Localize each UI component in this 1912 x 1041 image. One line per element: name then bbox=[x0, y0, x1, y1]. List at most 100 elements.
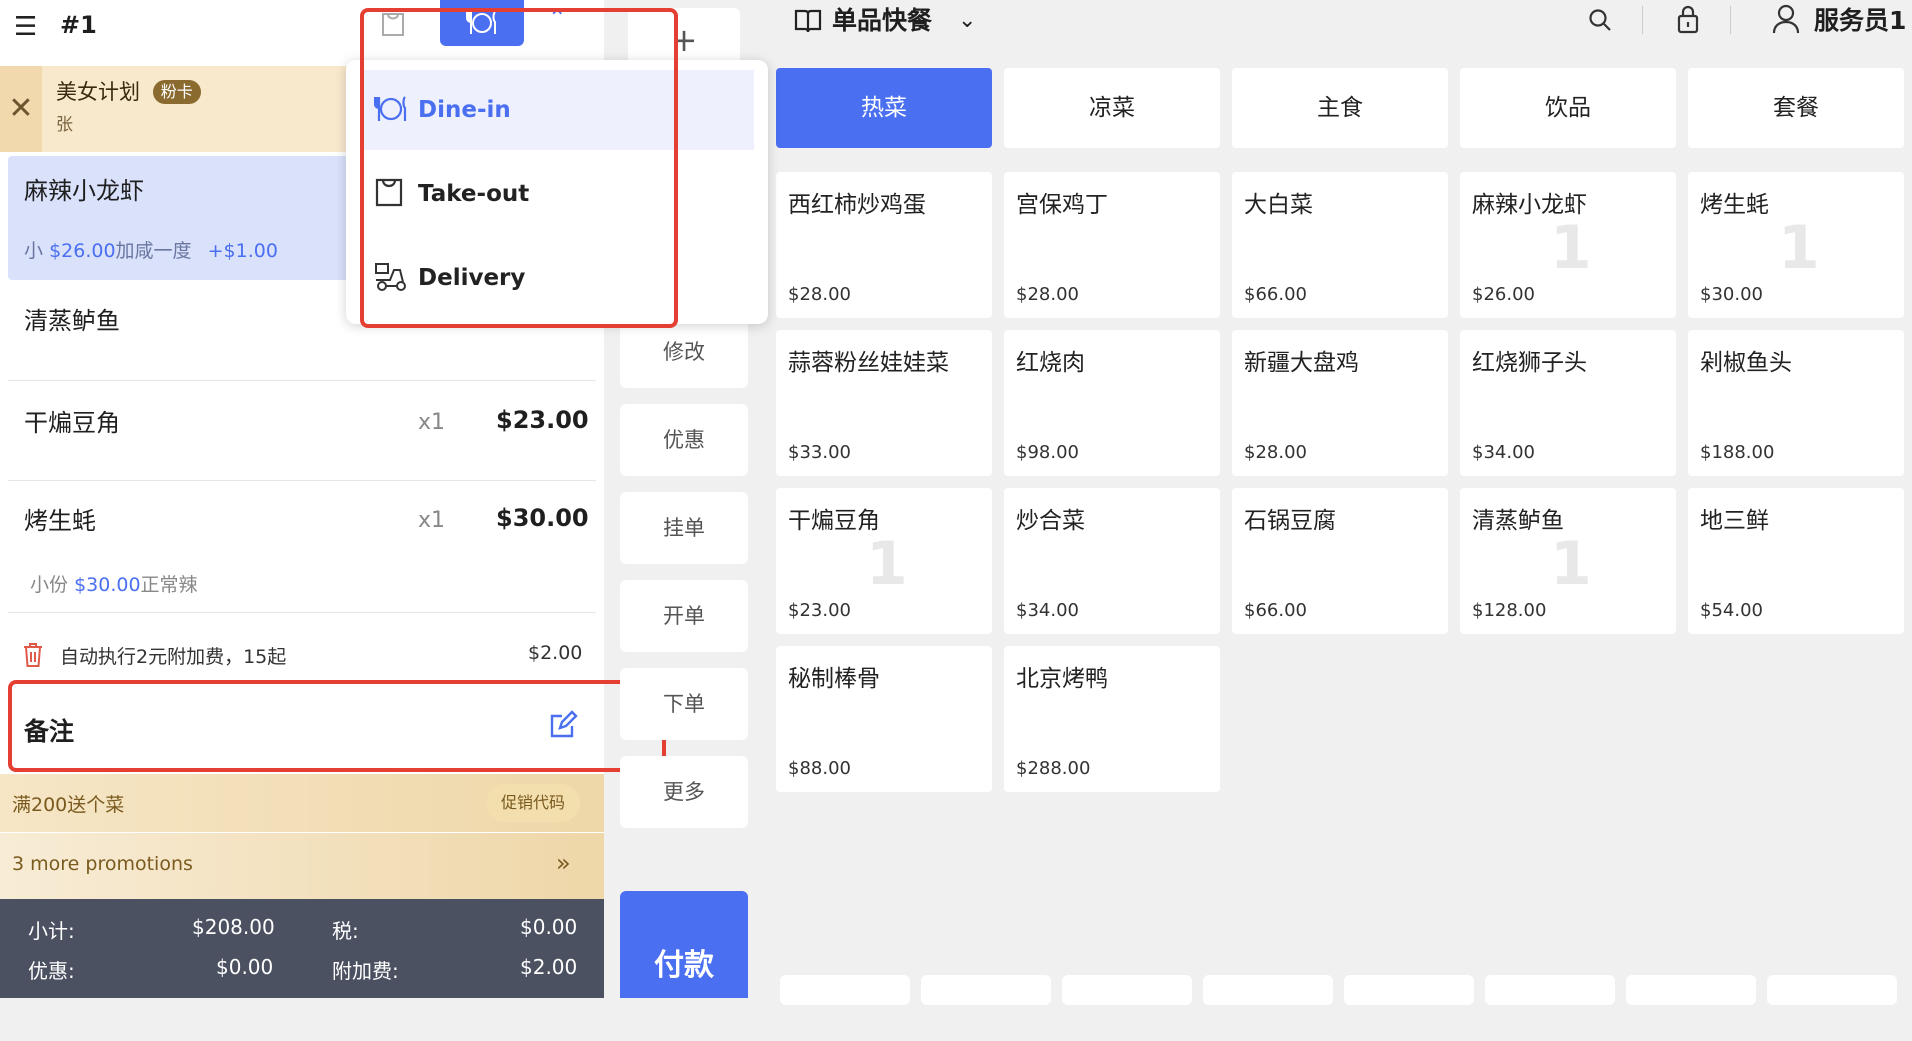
trash-icon[interactable] bbox=[22, 642, 44, 668]
menu-item-name: 西红柿炒鸡蛋 bbox=[788, 192, 926, 218]
menu-item-count: 1 bbox=[1778, 213, 1820, 283]
fee-value: $2.00 bbox=[520, 955, 578, 979]
note-highlight-box bbox=[8, 680, 666, 772]
divider bbox=[1642, 6, 1643, 34]
category-tab[interactable]: 热菜 bbox=[776, 68, 992, 148]
menu-item-tile[interactable]: 炒合菜 $34.00 bbox=[1004, 488, 1220, 634]
menu-item-tile[interactable]: 石锅豆腐 $66.00 bbox=[1232, 488, 1448, 634]
item-price: $30.00 bbox=[496, 504, 589, 532]
menu-item-tile[interactable]: 新疆大盘鸡 $28.00 bbox=[1232, 330, 1448, 476]
menu-item-name: 红烧肉 bbox=[1016, 350, 1085, 376]
menu-item-tile[interactable]: 红烧肉 $98.00 bbox=[1004, 330, 1220, 476]
more-button[interactable]: 更多 bbox=[620, 756, 748, 828]
menu-item-name: 秘制棒骨 bbox=[788, 666, 880, 692]
hold-order-button[interactable]: 挂单 bbox=[620, 492, 748, 564]
place-order-button[interactable]: 下单 bbox=[620, 668, 748, 740]
pay-button[interactable]: 付款 bbox=[620, 891, 748, 998]
bottom-tab[interactable] bbox=[1767, 975, 1897, 1005]
menu-item-price: $34.00 bbox=[1016, 600, 1079, 621]
discount-label: 优惠: bbox=[28, 959, 75, 983]
menu-item-tile[interactable]: 烤生蚝 1 $30.00 bbox=[1688, 172, 1904, 318]
member-name: 美女计划 bbox=[56, 80, 140, 104]
dropdown-highlight-box bbox=[360, 8, 678, 328]
menu-item-price: $23.00 bbox=[788, 600, 851, 621]
divider bbox=[1730, 6, 1731, 34]
promotion-row[interactable]: 满200送个菜 促销代码 bbox=[0, 774, 604, 832]
menu-item-name: 石锅豆腐 bbox=[1244, 508, 1336, 534]
menu-item-name: 红烧狮子头 bbox=[1472, 350, 1587, 376]
menu-item-price: $28.00 bbox=[788, 284, 851, 305]
order-summary: 小计: $208.00 税: $0.00 优惠: $0.00 附加费: $2.0… bbox=[0, 899, 604, 998]
menu-item-price: $88.00 bbox=[788, 758, 851, 779]
category-tab[interactable]: 凉菜 bbox=[1004, 68, 1220, 148]
menu-item-price: $98.00 bbox=[1016, 442, 1079, 463]
bottom-tab[interactable] bbox=[1344, 975, 1474, 1005]
item-name: 干煸豆角 bbox=[24, 409, 120, 437]
staff-name[interactable]: 服务员1 bbox=[1814, 4, 1906, 38]
menu-item-count: 1 bbox=[1550, 529, 1592, 599]
menu-item-price: $30.00 bbox=[1700, 284, 1763, 305]
menu-item-count: 1 bbox=[1550, 213, 1592, 283]
surcharge-text: 自动执行2元附加费，15起 bbox=[60, 646, 287, 668]
bottom-tab[interactable] bbox=[921, 975, 1051, 1005]
item-name: 清蒸鲈鱼 bbox=[24, 307, 120, 335]
menu-item-tile[interactable]: 蒜蓉粉丝娃娃菜 $33.00 bbox=[776, 330, 992, 476]
open-order-button[interactable]: 开单 bbox=[620, 580, 748, 652]
surcharge-amount: $2.00 bbox=[528, 642, 583, 664]
menu-item-name: 北京烤鸭 bbox=[1016, 666, 1108, 692]
item-name: 麻辣小龙虾 bbox=[24, 177, 144, 205]
menu-item-price: $288.00 bbox=[1016, 758, 1091, 779]
tax-value: $0.00 bbox=[520, 915, 578, 939]
double-chevron-right-icon[interactable]: » bbox=[556, 849, 571, 877]
order-item[interactable]: 干煸豆角 x1 $23.00 bbox=[8, 382, 596, 478]
menu-item-tile[interactable]: 西红柿炒鸡蛋 $28.00 bbox=[776, 172, 992, 318]
menu-item-tile[interactable]: 地三鲜 $54.00 bbox=[1688, 488, 1904, 634]
lock-icon[interactable] bbox=[1676, 4, 1700, 38]
menu-item-price: $26.00 bbox=[1472, 284, 1535, 305]
menu-item-name: 蒜蓉粉丝娃娃菜 bbox=[788, 350, 949, 376]
more-promotions-text: 3 more promotions bbox=[12, 853, 193, 875]
bottom-tab[interactable] bbox=[1485, 975, 1615, 1005]
menu-item-tile[interactable]: 红烧狮子头 $34.00 bbox=[1460, 330, 1676, 476]
menu-item-name: 地三鲜 bbox=[1700, 508, 1769, 534]
category-tab[interactable]: 饮品 bbox=[1460, 68, 1676, 148]
category-tab[interactable]: 套餐 bbox=[1688, 68, 1904, 148]
bottom-tab[interactable] bbox=[1203, 975, 1333, 1005]
divider bbox=[8, 612, 596, 613]
order-item[interactable]: 烤生蚝 x1 $30.00 小份 $30.00正常辣 bbox=[8, 482, 596, 612]
list-menu-icon[interactable]: ☰ bbox=[14, 12, 44, 42]
menu-item-count: 1 bbox=[866, 529, 908, 599]
book-icon bbox=[794, 8, 822, 38]
menu-item-tile[interactable]: 麻辣小龙虾 1 $26.00 bbox=[1460, 172, 1676, 318]
item-note: 加咸一度 bbox=[115, 240, 192, 262]
discount-button[interactable]: 优惠 bbox=[620, 404, 748, 476]
menu-item-tile[interactable]: 宫保鸡丁 $28.00 bbox=[1004, 172, 1220, 318]
close-icon[interactable]: ✕ bbox=[0, 66, 42, 152]
menu-item-name: 烤生蚝 bbox=[1700, 192, 1769, 218]
user-icon[interactable] bbox=[1772, 4, 1800, 38]
discount-value: $0.00 bbox=[216, 955, 274, 979]
menu-item-tile[interactable]: 剁椒鱼头 $188.00 bbox=[1688, 330, 1904, 476]
menu-item-tile[interactable]: 大白菜 $66.00 bbox=[1232, 172, 1448, 318]
bottom-tab[interactable] bbox=[1626, 975, 1756, 1005]
divider bbox=[8, 380, 596, 381]
menu-item-price: $66.00 bbox=[1244, 600, 1307, 621]
menu-item-tile[interactable]: 秘制棒骨 $88.00 bbox=[776, 646, 992, 792]
menu-item-tile[interactable]: 清蒸鲈鱼 1 $128.00 bbox=[1460, 488, 1676, 634]
tax-label: 税: bbox=[332, 919, 359, 943]
bottom-tab[interactable] bbox=[780, 975, 910, 1005]
promo-code-button[interactable]: 促销代码 bbox=[486, 784, 580, 822]
menu-item-name: 大白菜 bbox=[1244, 192, 1313, 218]
category-tab[interactable]: 主食 bbox=[1232, 68, 1448, 148]
bottom-tab[interactable] bbox=[1062, 975, 1192, 1005]
chevron-down-icon[interactable]: ⌄ bbox=[958, 4, 976, 38]
store-name[interactable]: 单品快餐 bbox=[832, 4, 932, 38]
search-icon[interactable] bbox=[1588, 8, 1612, 36]
menu-item-tile[interactable]: 干煸豆角 1 $23.00 bbox=[776, 488, 992, 634]
subtotal-label: 小计: bbox=[28, 919, 75, 943]
menu-item-price: $54.00 bbox=[1700, 600, 1763, 621]
menu-item-tile[interactable]: 北京烤鸭 $288.00 bbox=[1004, 646, 1220, 792]
menu-item-price: $28.00 bbox=[1016, 284, 1079, 305]
more-promotions-row[interactable]: 3 more promotions » bbox=[0, 833, 604, 899]
menu-item-price: $28.00 bbox=[1244, 442, 1307, 463]
